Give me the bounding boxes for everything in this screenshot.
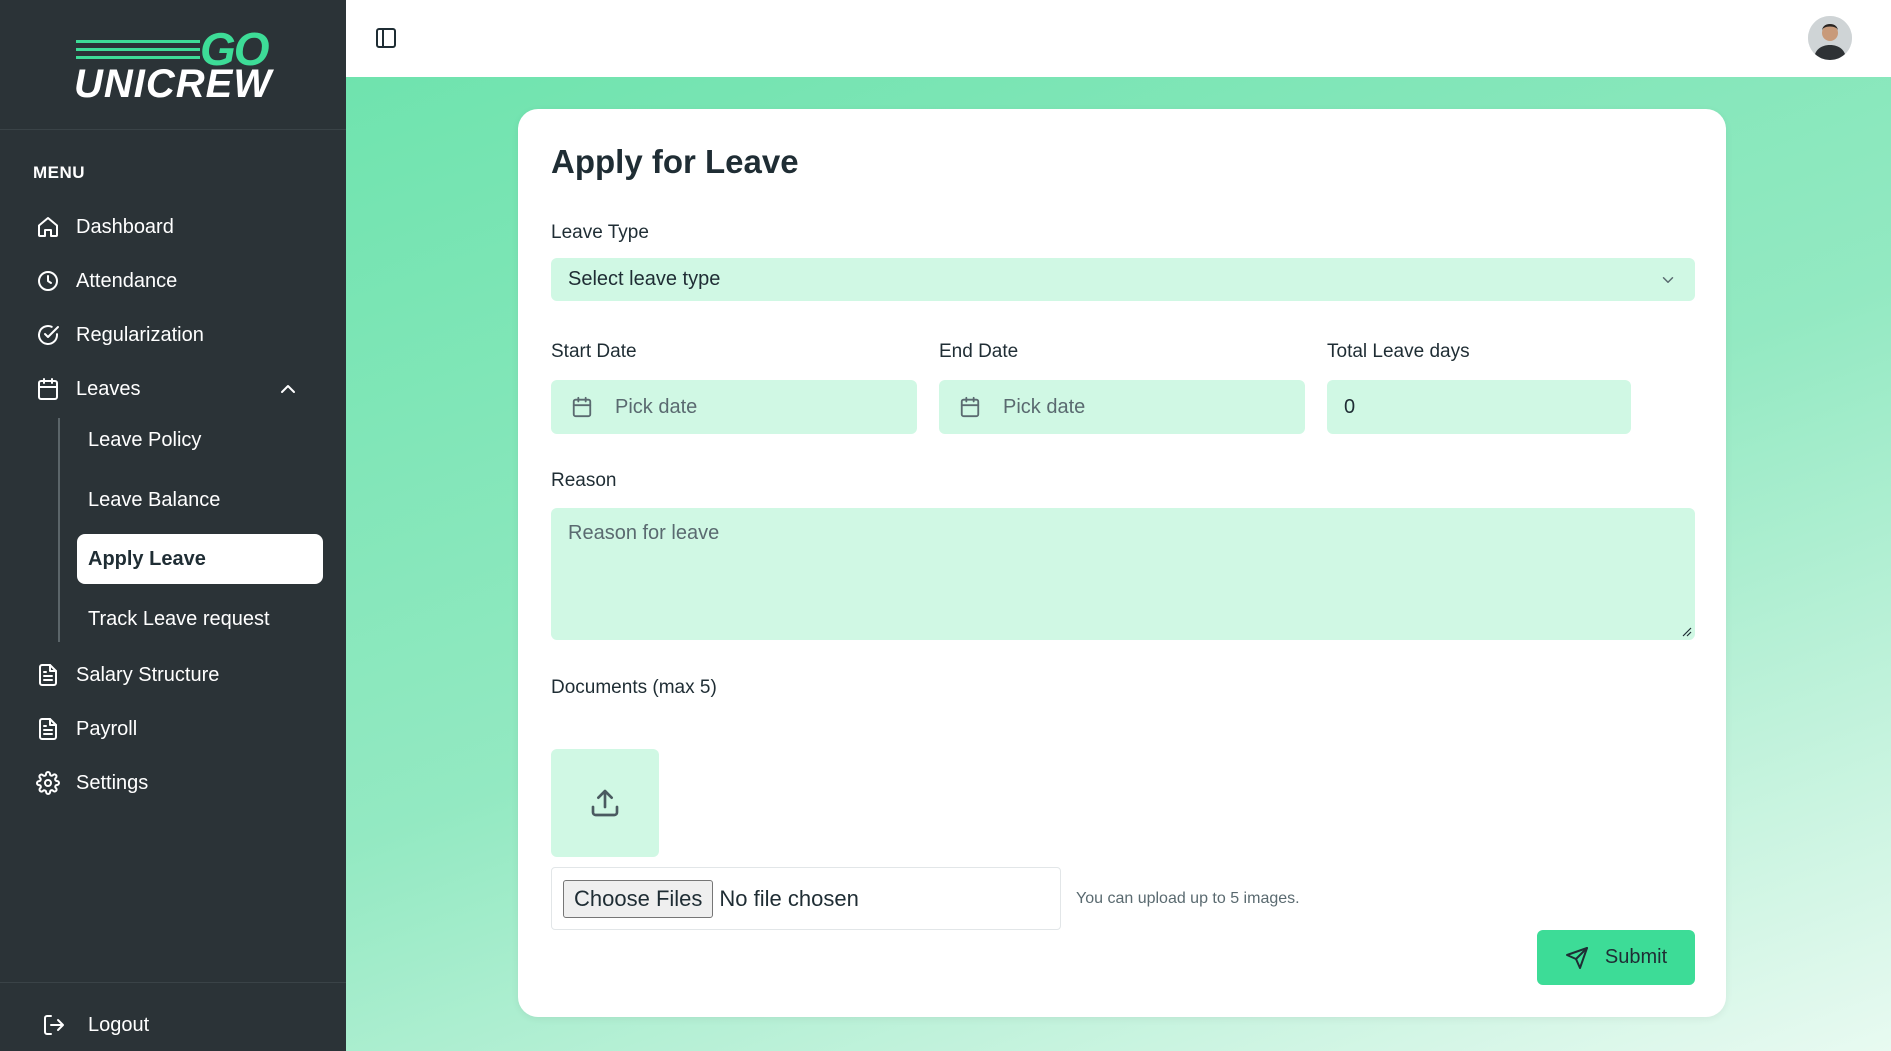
sidebar-item-label: Settings	[76, 771, 149, 794]
gear-icon	[36, 771, 60, 795]
sidebar-item-attendance[interactable]: Attendance	[36, 261, 316, 301]
logo-speed-lines	[76, 40, 200, 64]
document-icon	[39, 718, 57, 740]
check-circle-icon	[38, 325, 59, 345]
upload-icon	[591, 789, 619, 817]
sidebar-item-payroll[interactable]: Payroll	[36, 709, 316, 749]
file-input: Choose Files No file chosen	[551, 867, 1061, 930]
choose-files-button[interactable]: Choose Files	[563, 879, 714, 918]
sidebar-subitem-track-leave-request[interactable]: Track Leave request	[77, 594, 323, 644]
leave-type-placeholder: Select leave type	[568, 268, 721, 290]
sidebar-subitem-leave-policy[interactable]: Leave Policy	[77, 415, 323, 465]
logout-label: Logout	[88, 1013, 150, 1036]
chevron-up-icon[interactable]	[276, 377, 300, 401]
start-date-label: Start Date	[551, 341, 637, 362]
calendar-icon	[38, 378, 58, 400]
start-date-placeholder: Pick date	[615, 395, 698, 418]
sidebar-item-label: Dashboard	[76, 215, 174, 238]
user-avatar[interactable]	[1808, 16, 1852, 60]
home-icon	[38, 217, 58, 237]
total-leave-days-label: Total Leave days	[1327, 341, 1470, 362]
sidebar-item-leaves[interactable]: Leaves	[36, 369, 316, 409]
submit-label: Submit	[1604, 946, 1668, 968]
sidebar-item-settings[interactable]: Settings	[36, 763, 316, 803]
end-date-placeholder: Pick date	[1003, 395, 1086, 418]
sidebar-item-label: Salary Structure	[76, 663, 220, 686]
upload-dropzone[interactable]	[551, 749, 659, 857]
top-header	[346, 0, 1891, 77]
menu-title: MENU	[33, 163, 86, 182]
logout-button[interactable]: Logout	[42, 1013, 149, 1037]
resize-handle-icon[interactable]	[1680, 625, 1692, 637]
apply-leave-form-card: Apply for Leave Leave Type Select leave …	[518, 109, 1726, 1017]
sidebar-subitem-leave-balance[interactable]: Leave Balance	[77, 475, 323, 525]
total-leave-days-field[interactable]: 0	[1327, 380, 1631, 434]
chevron-down-icon	[1662, 277, 1674, 283]
page-title: Apply for Leave	[551, 143, 799, 180]
reason-placeholder: Reason for leave	[568, 522, 720, 544]
reason-textarea[interactable]: Reason for leave	[551, 508, 1695, 640]
total-leave-days-value: 0	[1344, 395, 1356, 418]
sidebar-toggle-icon[interactable]	[374, 26, 398, 50]
logo-name-text: UNICREW	[74, 62, 273, 106]
avatar-image	[1808, 16, 1852, 60]
sidebar-item-regularization[interactable]: Regularization	[36, 315, 316, 355]
sidebar-item-label: Leaves	[76, 377, 141, 400]
sidebar-item-dashboard[interactable]: Dashboard	[36, 207, 316, 247]
document-icon	[39, 664, 57, 686]
leave-type-label: Leave Type	[551, 222, 649, 243]
logo[interactable]: GO UNICREW	[0, 0, 346, 130]
main-content: Apply for Leave Leave Type Select leave …	[346, 77, 1891, 1051]
upload-hint: You can upload up to 5 images.	[1076, 890, 1300, 907]
calendar-icon	[960, 396, 980, 418]
sidebar: GO UNICREW MENU Dashboard Attendance Reg…	[0, 0, 346, 1051]
sidebar-subitem-apply-leave[interactable]: Apply Leave	[77, 534, 323, 584]
leave-type-select[interactable]: Select leave type	[551, 258, 1695, 301]
clock-icon	[38, 271, 58, 291]
documents-label: Documents (max 5)	[551, 677, 717, 698]
sidebar-item-label: Regularization	[76, 323, 204, 346]
end-date-picker[interactable]: Pick date	[939, 380, 1305, 434]
send-icon	[1565, 946, 1588, 969]
sidebar-item-salary-structure[interactable]: Salary Structure	[36, 655, 316, 695]
reason-label: Reason	[551, 470, 617, 491]
file-status-text: No file chosen	[719, 885, 859, 911]
submenu-guide-line	[58, 418, 60, 642]
sidebar-item-label: Payroll	[76, 717, 138, 740]
logout-icon	[44, 1015, 64, 1035]
start-date-picker[interactable]: Pick date	[551, 380, 917, 434]
sidebar-item-label: Attendance	[76, 269, 178, 292]
calendar-icon	[572, 396, 592, 418]
submit-button[interactable]: Submit	[1537, 930, 1695, 985]
end-date-label: End Date	[939, 341, 1019, 362]
